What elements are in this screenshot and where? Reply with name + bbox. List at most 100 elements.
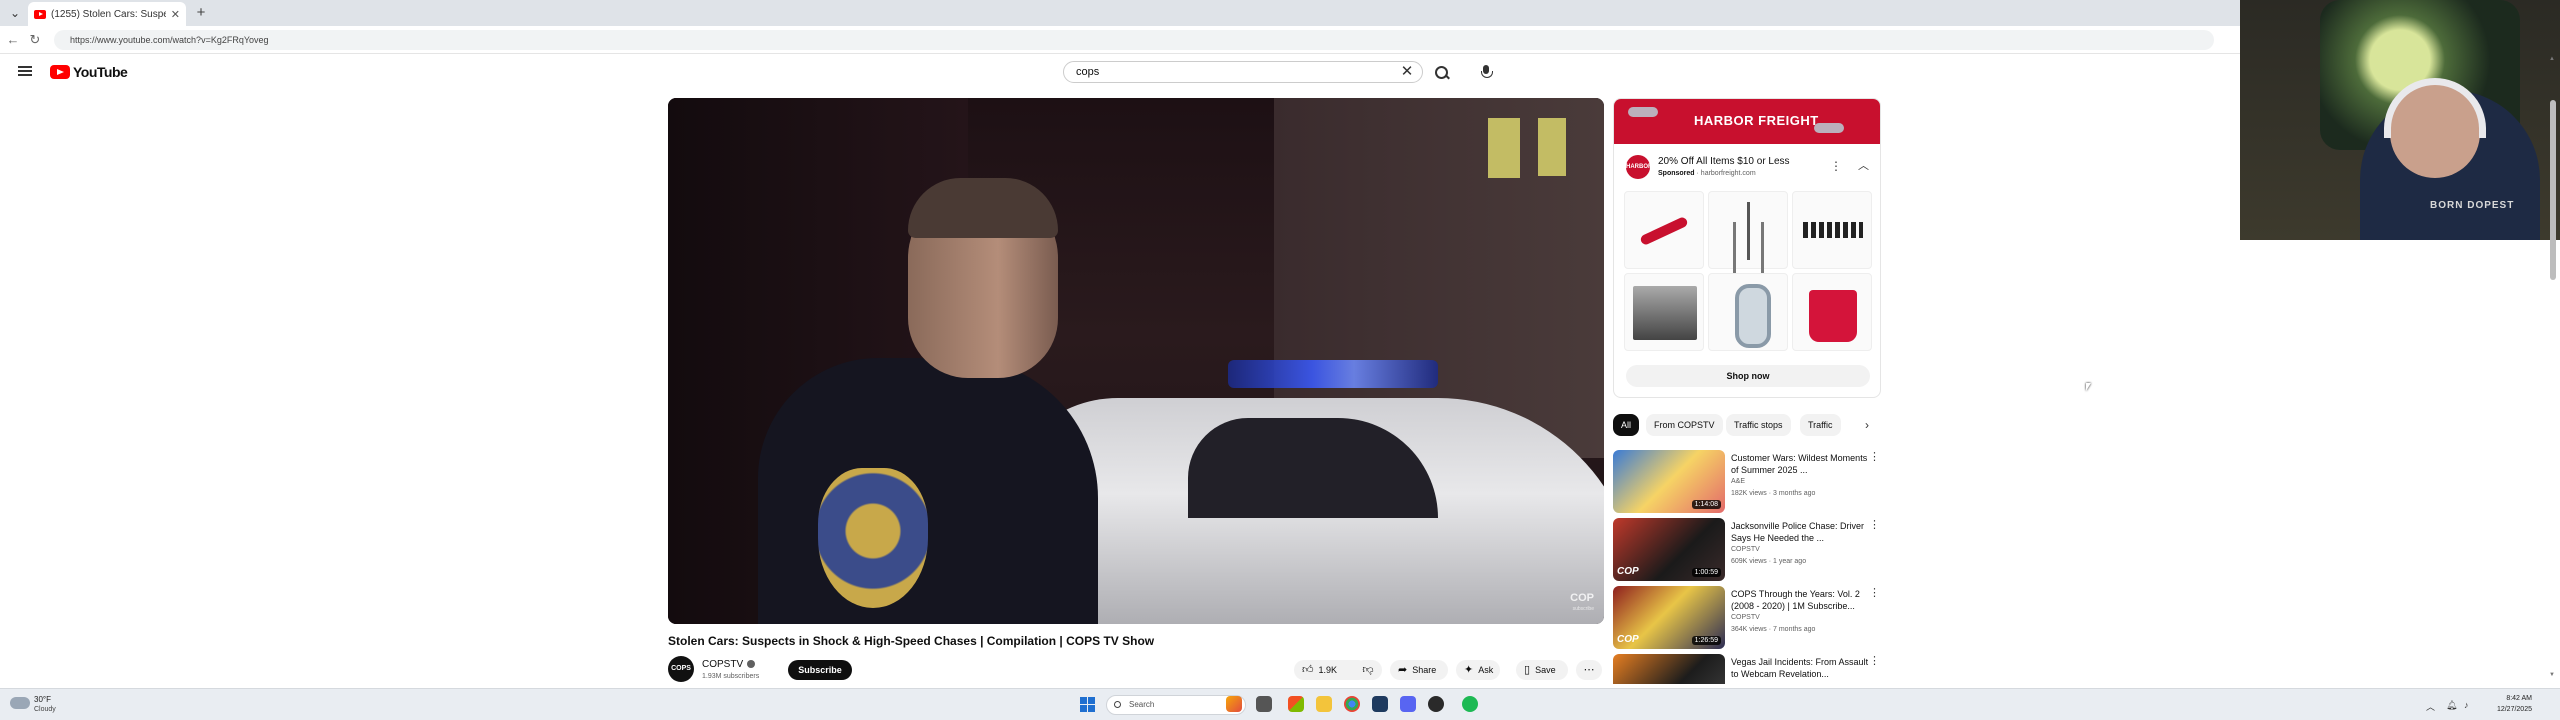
recommendation-thumbnail[interactable]: COP 1:26:59	[1613, 586, 1725, 649]
youtube-logo-text: YouTube	[73, 64, 128, 80]
more-vertical-icon[interactable]: ⋮	[1869, 586, 1880, 599]
ad-product-image[interactable]	[1792, 191, 1872, 269]
video-player[interactable]: COP subscribe	[668, 98, 1604, 624]
chips-next-chevron-right-icon[interactable]: ›	[1858, 414, 1876, 436]
chip-all[interactable]: All	[1613, 414, 1640, 436]
recommendation-item[interactable]: Vegas Jail Incidents: From Assault to We…	[1613, 654, 1881, 684]
taskbar-clock-date[interactable]: 12/27/2025	[2472, 706, 2532, 713]
tab-title: (1255) Stolen Cars: Suspects i...	[51, 8, 166, 20]
recommendation-title[interactable]: Jacksonville Police Chase: Driver Says H…	[1731, 520, 1869, 544]
terminal-icon[interactable]	[1372, 696, 1388, 712]
ad-more-vertical-icon[interactable]: ⋮	[1830, 159, 1842, 173]
ad-sponsored-line: Sponsored · harborfreight.com	[1658, 170, 1756, 177]
recommendation-thumbnail[interactable]: COP 1:00:59	[1613, 518, 1725, 581]
tab-search-chevron-down-icon[interactable]: ⌄	[4, 4, 26, 22]
browser-tab-active[interactable]: (1255) Stolen Cars: Suspects i... ✕	[28, 2, 186, 26]
taskbar-clock-time[interactable]: 8:42 AM	[2472, 695, 2532, 702]
search-icon[interactable]	[1432, 63, 1452, 83]
recommendation-title[interactable]: Vegas Jail Incidents: From Assault to We…	[1731, 656, 1869, 680]
channel-name-text[interactable]: COPSTV	[702, 659, 743, 670]
more-vertical-icon[interactable]: ⋮	[1869, 654, 1880, 667]
recommendation-channel[interactable]: COPSTV	[1731, 546, 1760, 553]
recommendation-title[interactable]: Customer Wars: Wildest Moments of Summer…	[1731, 452, 1869, 476]
ad-product-image[interactable]	[1708, 273, 1788, 351]
scrollbar-up-arrow-icon[interactable]: ▲	[2549, 56, 2555, 62]
more-vertical-icon[interactable]: ⋮	[1869, 518, 1880, 531]
scrollbar-down-arrow-icon[interactable]: ▼	[2549, 672, 2555, 678]
search-input[interactable]: cops	[1063, 61, 1423, 83]
recommendation-item[interactable]: COP 1:26:59 COPS Through the Years: Vol.…	[1613, 586, 1881, 650]
chip-traffic[interactable]: Traffic	[1800, 414, 1841, 436]
mic-icon[interactable]	[1476, 62, 1496, 82]
recommendation-title[interactable]: COPS Through the Years: Vol. 2 (2008 - 2…	[1731, 588, 1869, 612]
share-label: Share	[1412, 665, 1437, 675]
recommendation-meta: 609K views · 1 year ago	[1731, 558, 1807, 565]
channel-name[interactable]: COPSTV	[702, 659, 756, 670]
chip-from-copstv[interactable]: From COPSTV	[1646, 414, 1723, 436]
search-clear-close-icon[interactable]: ✕	[1398, 63, 1416, 81]
ad-product-image[interactable]	[1708, 191, 1788, 269]
ask-button[interactable]: ✦ Ask	[1456, 660, 1500, 680]
thumbs-down-icon: 👎︎	[1362, 663, 1374, 676]
channel-watermark[interactable]: COP	[1570, 592, 1594, 604]
microsoft-store-icon[interactable]	[1288, 696, 1304, 712]
reload-icon[interactable]: ↻	[26, 31, 44, 49]
task-view-icon[interactable]	[1256, 696, 1272, 712]
ad-product-image[interactable]	[1624, 191, 1704, 269]
chrome-icon[interactable]	[1344, 696, 1360, 712]
tab-close-icon[interactable]: ✕	[171, 8, 180, 21]
recommendation-item[interactable]: COP 1:00:59 Jacksonville Police Chase: D…	[1613, 518, 1881, 582]
obs-icon[interactable]	[1428, 696, 1444, 712]
officer-shoulder-patch	[818, 468, 928, 608]
thumbnail-cop-logo: COP	[1617, 566, 1639, 577]
back-arrow-icon[interactable]: ←	[4, 31, 22, 49]
officer-hair	[908, 178, 1058, 238]
windows-start-icon[interactable]	[1080, 697, 1095, 712]
weather-cloud-icon[interactable]	[10, 697, 30, 709]
volume-icon[interactable]: ♪	[2464, 700, 2469, 710]
more-vertical-icon[interactable]: ⋮	[1869, 450, 1880, 463]
ad-product-image[interactable]	[1624, 273, 1704, 351]
verified-badge-icon	[747, 660, 756, 669]
dislike-button[interactable]: 👎︎	[1354, 660, 1382, 680]
share-button[interactable]: ➦ Share	[1390, 660, 1448, 680]
youtube-logo[interactable]: YouTube	[50, 64, 128, 80]
taskbar-search-box[interactable]: Search	[1106, 695, 1246, 715]
shop-now-button[interactable]: Shop now	[1626, 365, 1870, 387]
weather-description[interactable]: Cloudy	[34, 706, 56, 713]
hamburger-menu-icon[interactable]	[18, 66, 32, 76]
bookmark-icon: ▯	[1524, 663, 1531, 676]
video-duration: 1:26:59	[1691, 636, 1721, 645]
ad-collapse-chevron-up-icon[interactable]: ︿	[1858, 157, 1869, 173]
save-button[interactable]: ▯ Save	[1516, 660, 1568, 680]
new-tab-plus-icon[interactable]: +	[192, 4, 210, 22]
ad-domain: harborfreight.com	[1700, 170, 1756, 177]
video-frame-window	[1488, 118, 1520, 178]
taskbar-widget-icon[interactable]	[1226, 696, 1242, 712]
recommendation-channel[interactable]: A&E	[1731, 478, 1745, 485]
sponsored-label: Sponsored	[1658, 170, 1695, 177]
chip-traffic-stops[interactable]: Traffic stops	[1726, 414, 1791, 436]
file-explorer-icon[interactable]	[1316, 696, 1332, 712]
more-icon: ⋯	[1583, 663, 1595, 676]
page-scrollbar-thumb[interactable]	[2550, 100, 2556, 280]
url-field[interactable]: https://www.youtube.com/watch?v=Kg2FRqYo…	[54, 30, 2214, 50]
ad-product-image[interactable]	[1792, 273, 1872, 351]
youtube-favicon-icon	[34, 9, 46, 19]
notification-bell-icon[interactable]: 🔔︎	[2446, 700, 2457, 711]
more-actions-button[interactable]: ⋯	[1576, 660, 1602, 680]
advertiser-avatar[interactable]: HARBOR	[1626, 155, 1652, 179]
recommendation-channel[interactable]: COPSTV	[1731, 614, 1760, 621]
recommendation-thumbnail[interactable]: 1:14:08	[1613, 450, 1725, 513]
channel-avatar[interactable]: COPS	[668, 656, 694, 682]
webcam-shirt-text: BORN DOPEST	[2430, 200, 2515, 211]
discord-icon[interactable]	[1400, 696, 1416, 712]
recommendation-item[interactable]: 1:14:08 Customer Wars: Wildest Moments o…	[1613, 450, 1881, 514]
weather-temperature[interactable]: 30°F	[34, 695, 51, 704]
tray-overflow-chevron-up-icon[interactable]: ︿	[2426, 700, 2435, 713]
ad-headline[interactable]: 20% Off All Items $10 or Less	[1658, 156, 1790, 167]
ad-banner[interactable]: HARBOR FREIGHT	[1614, 99, 1880, 144]
subscribe-button[interactable]: Subscribe	[788, 660, 852, 680]
spotify-icon[interactable]	[1462, 696, 1478, 712]
recommendation-thumbnail[interactable]	[1613, 654, 1725, 684]
